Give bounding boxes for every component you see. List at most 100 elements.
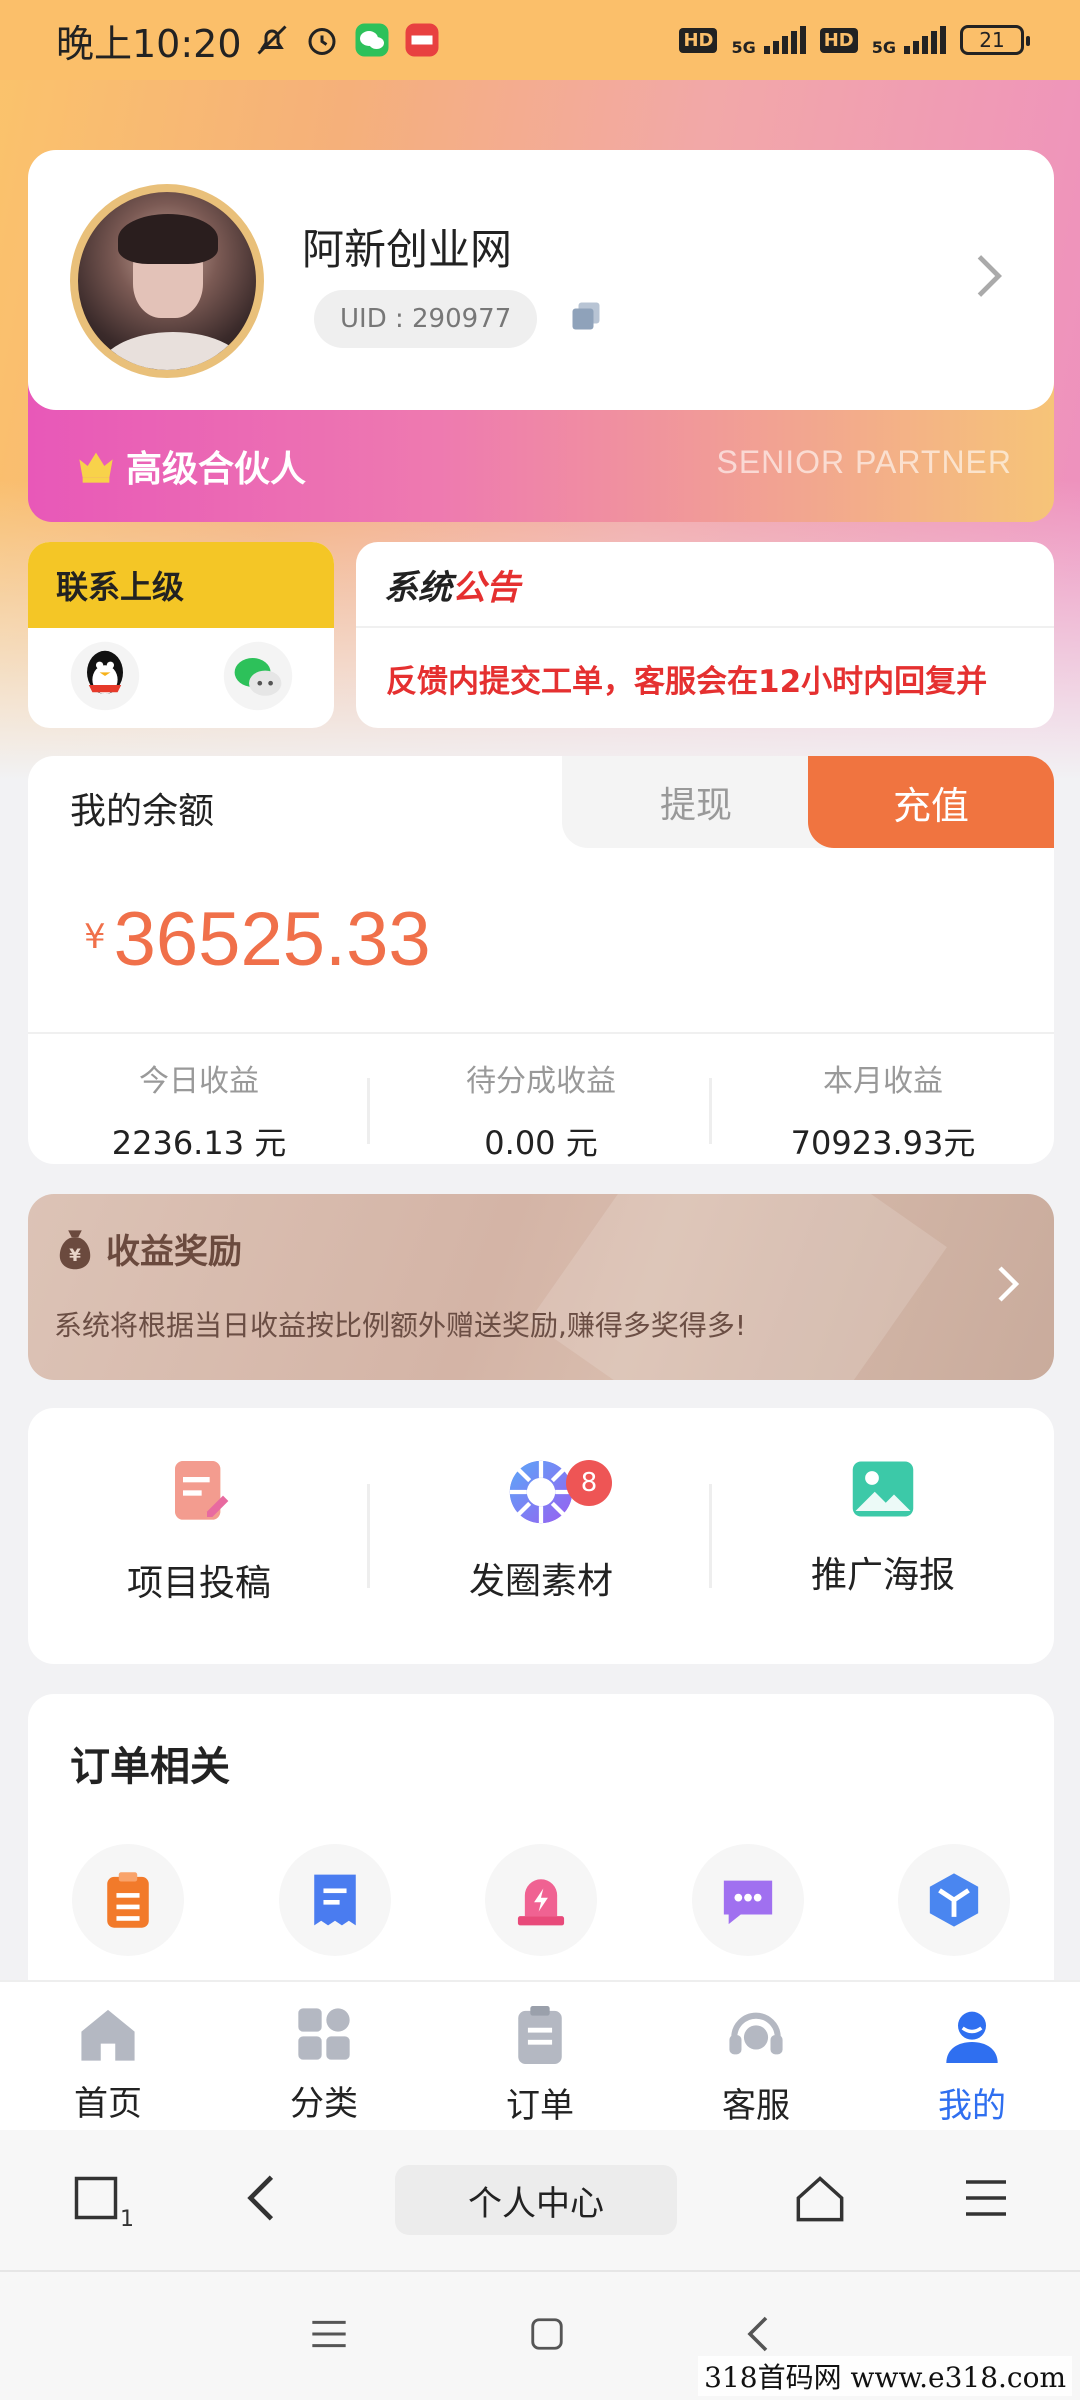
chevron-right-icon[interactable]	[974, 252, 1004, 304]
back-button-icon[interactable]	[745, 2314, 771, 2358]
tab-count: 1	[120, 2207, 134, 2232]
orders-title: 订单相关	[70, 1744, 230, 1790]
balance-card: 我的余额 提现 充值 ¥ 36525.33 今日收益 2236.13 元 待分成…	[28, 756, 1054, 1164]
network-type-2: 5G	[871, 37, 896, 57]
stat-label: 本月收益	[823, 1064, 943, 1099]
home-icon	[79, 2006, 137, 2066]
profile-card[interactable]: 阿新创业网 UID : 290977	[28, 150, 1054, 410]
notification-badge: 8	[566, 1460, 612, 1506]
stat-label: 待分成收益	[466, 1064, 616, 1099]
receipt-icon[interactable]	[278, 1844, 391, 1956]
tab-label: 分类	[290, 2084, 358, 2124]
reward-title: ¥ 收益奖励	[54, 1224, 242, 1273]
message-icon[interactable]	[691, 1844, 804, 1956]
balance-title: 我的余额	[70, 791, 215, 832]
orders-section: 订单相关	[28, 1694, 1054, 2024]
tab-category[interactable]: 分类	[216, 1982, 432, 2130]
box-icon[interactable]	[898, 1844, 1010, 1956]
edit-document-icon	[167, 1458, 231, 1532]
system-notice-card[interactable]: 系统 公告 反馈内提交工单，客服会在12小时内回复并	[356, 542, 1054, 728]
crown-icon	[76, 449, 116, 483]
contact-title: 联系上级	[28, 542, 334, 628]
income-reward-banner[interactable]: ¥ 收益奖励 系统将根据当日收益按比例额外赠送奖励,赚得多奖得多!	[28, 1194, 1054, 1380]
notice-title: 系统 公告	[356, 542, 1054, 628]
reward-description: 系统将根据当日收益按比例额外赠送奖励,赚得多奖得多!	[54, 1309, 747, 1342]
partner-level: 高级合伙人	[76, 440, 306, 492]
tab-home[interactable]: 首页	[0, 1982, 216, 2130]
mute-bell-icon	[254, 22, 290, 58]
status-time: 晚上10:20	[56, 21, 242, 66]
tabs-icon[interactable]: 1	[70, 2172, 134, 2232]
stat-pending-income: 待分成收益 0.00 元	[370, 1048, 712, 1164]
contact-superior-card: 联系上级	[28, 542, 334, 728]
stat-month-income: 本月收益 70923.93元	[712, 1048, 1054, 1164]
balance-value: 36525.33	[113, 897, 431, 982]
user-icon	[944, 2006, 1000, 2068]
tool-promo-poster[interactable]: 推广海报	[712, 1408, 1054, 1664]
notice-title-part2: 公告	[452, 567, 520, 608]
recharge-button[interactable]: 充值	[808, 756, 1054, 848]
tab-label: 客服	[722, 2086, 790, 2126]
tool-moments-material[interactable]: 8 发圈素材	[370, 1408, 712, 1664]
watermark: 318首码网 www.e318.com	[698, 2356, 1072, 2396]
tool-label: 发圈素材	[468, 1561, 613, 1602]
tool-label: 推广海报	[810, 1555, 955, 1596]
headset-icon	[726, 2006, 786, 2068]
svg-text:¥: ¥	[69, 1244, 81, 1264]
tab-customer-service[interactable]: 客服	[648, 1982, 864, 2130]
copy-icon[interactable]	[568, 298, 604, 338]
tool-project-submit[interactable]: 项目投稿	[28, 1408, 370, 1664]
image-icon	[850, 1458, 916, 1524]
stat-today-income: 今日收益 2236.13 元	[28, 1048, 370, 1164]
balance-amount: ¥ 36525.33	[84, 896, 431, 983]
app-notification-icon	[404, 22, 440, 58]
grid-icon	[296, 2006, 352, 2066]
stat-value: 0.00 元	[484, 1124, 598, 1162]
withdraw-button[interactable]: 提现	[562, 756, 830, 848]
tab-label: 首页	[74, 2084, 142, 2124]
battery-icon: 21	[960, 25, 1030, 55]
tool-label: 项目投稿	[126, 1563, 271, 1604]
chevron-right-icon[interactable]	[996, 1264, 1020, 1308]
tab-orders[interactable]: 订单	[432, 1982, 648, 2130]
hd-indicator: HD	[679, 27, 718, 53]
order-icon	[515, 2006, 565, 2068]
notice-title-part1: 系统	[384, 567, 452, 608]
tools-card: 项目投稿 8 发圈素材 推广海报	[28, 1408, 1054, 1664]
partner-level-english: SENIOR PARTNER	[716, 444, 1012, 480]
bottom-tab-bar: 首页 分类 订单 客服 我的	[0, 1980, 1080, 2130]
aperture-icon	[507, 1458, 575, 1530]
tab-label: 订单	[506, 2086, 574, 2126]
tab-mine[interactable]: 我的	[864, 1982, 1080, 2130]
alarm-icon[interactable]	[485, 1844, 597, 1956]
qq-icon[interactable]	[69, 640, 141, 716]
battery-level: 21	[979, 28, 1005, 52]
menu-icon[interactable]	[962, 2178, 1010, 2222]
page-title-pill[interactable]: 个人中心	[395, 2165, 677, 2235]
alarm-clock-icon	[304, 22, 340, 58]
back-icon[interactable]	[243, 2172, 279, 2228]
reward-title-text: 收益奖励	[106, 1232, 242, 1272]
tab-label: 我的	[938, 2086, 1006, 2126]
stat-value: 2236.13 元	[111, 1124, 287, 1162]
signal-icon	[763, 26, 806, 54]
wechat-notification-icon	[354, 22, 390, 58]
home-outline-icon[interactable]	[794, 2173, 846, 2227]
home-button-icon[interactable]	[528, 2315, 566, 2357]
stat-label: 今日收益	[139, 1064, 259, 1099]
recent-apps-icon[interactable]	[309, 2316, 349, 2356]
status-bar: 晚上10:20 HD 5G HD 5G 21	[0, 0, 1080, 80]
network-type: 5G	[731, 37, 756, 57]
avatar[interactable]	[70, 184, 264, 378]
partner-level-label: 高级合伙人	[126, 449, 307, 490]
currency-symbol: ¥	[84, 917, 106, 957]
uid-badge: UID : 290977	[314, 290, 538, 348]
money-bag-icon: ¥	[54, 1227, 96, 1271]
clipboard-icon[interactable]	[72, 1844, 184, 1956]
browser-toolbar: 1 个人中心	[0, 2130, 1080, 2270]
wechat-icon[interactable]	[222, 640, 294, 716]
profile-name: 阿新创业网	[302, 225, 513, 274]
signal-icon-2	[904, 26, 946, 54]
stat-value: 70923.93元	[790, 1124, 976, 1162]
notice-marquee-text: 反馈内提交工单，客服会在12小时内回复并	[386, 663, 988, 700]
